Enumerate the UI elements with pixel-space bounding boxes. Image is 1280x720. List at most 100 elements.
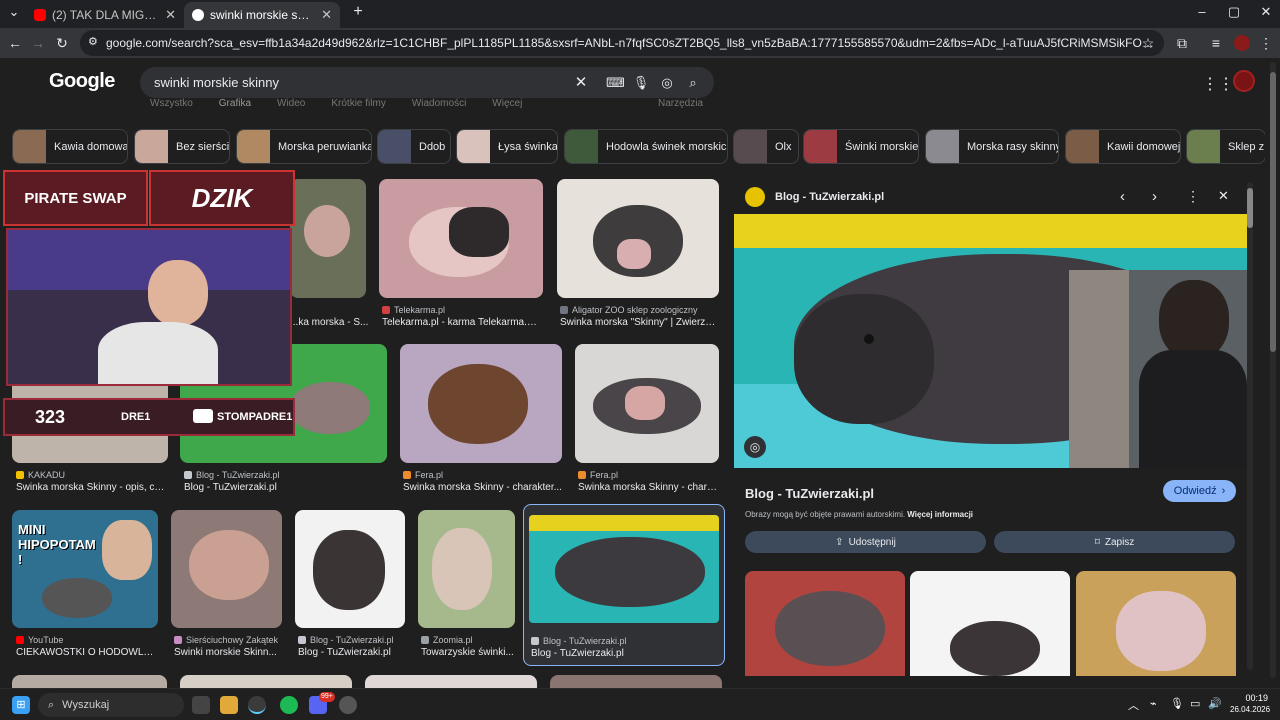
obs-icon[interactable] xyxy=(339,696,357,714)
forward-icon[interactable]: → xyxy=(28,33,48,53)
close-window-icon[interactable]: ✕ xyxy=(1250,4,1280,24)
result-caption[interactable]: Świnka morska "Skinny" | Zwierzęt... xyxy=(560,317,720,328)
related-image[interactable] xyxy=(910,571,1070,676)
chip[interactable]: Olx xyxy=(733,129,799,164)
result-source[interactable]: Fera.pl xyxy=(578,470,718,480)
result-image[interactable] xyxy=(550,675,722,688)
result-image[interactable] xyxy=(529,515,719,623)
browser-menu-icon[interactable]: ⋮ xyxy=(1256,33,1276,53)
tab-news[interactable]: Wiadomości xyxy=(412,98,466,109)
chip[interactable]: Sklep z xyxy=(1186,129,1265,164)
result-source[interactable]: Telekarma.pl xyxy=(382,305,542,315)
address-bar[interactable]: ⚙ google.com/search?sca_esv=ffb1a34a2d49… xyxy=(80,30,1164,56)
back-icon[interactable]: ← xyxy=(5,33,25,53)
result-caption[interactable]: Blog - TuZwierzaki.pl xyxy=(298,647,408,658)
show-hidden-icons-icon[interactable]: ︿ xyxy=(1128,697,1139,713)
search-icon[interactable]: ⌕ xyxy=(684,74,702,92)
taskbar-search[interactable]: ⌕ Wyszukaj xyxy=(38,693,184,717)
tab-search-icon[interactable]: ⌄ xyxy=(4,4,24,24)
result-caption[interactable]: Świnka morska Skinny - opis, ch... xyxy=(16,482,166,493)
tools-button[interactable]: Narzędzia xyxy=(658,98,703,109)
result-caption[interactable]: Blog - TuZwierzaki.pl xyxy=(531,648,721,659)
close-tab-icon[interactable]: ✕ xyxy=(321,7,332,23)
result-caption[interactable]: Blog - TuZwierzaki.pl xyxy=(184,482,384,493)
result-image[interactable] xyxy=(575,344,719,463)
display-icon[interactable]: ▭ xyxy=(1190,697,1200,710)
scrollbar-thumb[interactable] xyxy=(1247,188,1253,228)
site-info-icon[interactable]: ⚙ xyxy=(88,35,98,48)
clock[interactable]: 00:19 26.04.2026 xyxy=(1230,693,1270,715)
selected-result[interactable]: Blog - TuZwierzaki.pl Blog - TuZwierzaki… xyxy=(523,504,725,666)
new-tab-button[interactable]: + xyxy=(342,3,374,23)
result-image[interactable] xyxy=(295,510,405,628)
volume-icon[interactable]: 🔊 xyxy=(1208,697,1222,710)
chip[interactable]: Ddob xyxy=(377,129,451,164)
result-caption[interactable]: Świnka morska Skinny - chara... xyxy=(578,482,718,493)
keyboard-icon[interactable]: ⌨ xyxy=(606,74,625,92)
tab-youtube[interactable]: (2) TAK DLA MIGRACJI, NIE DLA ✕ xyxy=(26,2,184,28)
spotify-icon[interactable] xyxy=(280,696,298,714)
result-image[interactable] xyxy=(418,510,515,628)
maximize-icon[interactable]: ▢ xyxy=(1218,4,1250,24)
result-image[interactable] xyxy=(180,675,352,688)
chip[interactable]: Kawia domowa xyxy=(12,129,128,164)
close-preview-icon[interactable]: ✕ xyxy=(1218,188,1229,204)
tab-videos[interactable]: Wideo xyxy=(277,98,305,109)
result-caption[interactable]: Towarzyskie świnki... xyxy=(421,647,517,658)
file-explorer-icon[interactable] xyxy=(220,696,238,714)
task-view-icon[interactable] xyxy=(192,696,210,714)
result-source[interactable]: Blog - TuZwierzaki.pl xyxy=(184,470,384,480)
bookmark-star-icon[interactable]: ☆ xyxy=(1138,33,1158,53)
next-image-icon[interactable]: › xyxy=(1152,188,1157,205)
chip[interactable]: Hodowla świnek morskich xyxy=(564,129,728,164)
profile-avatar[interactable] xyxy=(1234,35,1250,51)
chip[interactable]: Łysa świnka xyxy=(456,129,558,164)
reading-list-icon[interactable]: ≡ xyxy=(1206,33,1226,53)
result-image[interactable] xyxy=(557,179,719,298)
more-info-link[interactable]: Więcej informacji xyxy=(907,510,973,519)
visit-button[interactable]: Odwiedź › xyxy=(1163,480,1236,502)
lens-search-icon[interactable]: ◎ xyxy=(744,436,766,458)
scrollbar-thumb[interactable] xyxy=(1270,72,1276,352)
chip[interactable]: Kawii domowej xyxy=(1065,129,1181,164)
preview-image[interactable]: ◎ xyxy=(734,214,1247,468)
tab-more[interactable]: Więcej xyxy=(492,98,522,109)
result-source[interactable]: Fera.pl xyxy=(403,470,563,480)
result-source[interactable]: Zoomia.pl xyxy=(421,635,517,645)
microphone-icon[interactable]: 🎙 xyxy=(632,74,650,92)
tab-images[interactable]: Grafika xyxy=(219,98,251,109)
result-source[interactable]: KAKADU xyxy=(16,470,166,480)
clear-search-icon[interactable]: ✕ xyxy=(572,74,590,92)
result-caption[interactable]: Świnki morskie Skinn... xyxy=(174,647,284,658)
google-logo[interactable]: Google xyxy=(49,70,115,93)
page-scrollbar[interactable] xyxy=(1270,62,1276,678)
result-image[interactable] xyxy=(365,675,537,688)
chip[interactable]: Morska rasy skinny xyxy=(925,129,1059,164)
save-button[interactable]: ⌑ Zapisz xyxy=(994,531,1235,553)
related-image[interactable] xyxy=(1076,571,1236,676)
reload-icon[interactable]: ↻ xyxy=(52,33,72,53)
result-caption[interactable]: Świnka morska Skinny - charakter... xyxy=(403,482,563,493)
windows-start-icon[interactable]: ⊞ xyxy=(12,696,30,714)
result-image[interactable] xyxy=(379,179,543,298)
account-avatar[interactable] xyxy=(1233,70,1255,92)
network-icon[interactable]: ⌁ xyxy=(1150,697,1157,710)
result-source[interactable]: YouTube xyxy=(16,635,156,645)
site-name[interactable]: Blog - TuZwierzaki.pl xyxy=(775,191,884,203)
result-source[interactable]: Aligator ZOO sklep zoologiczny xyxy=(560,305,720,315)
tab-all[interactable]: Wszystko xyxy=(150,98,193,109)
panel-scrollbar[interactable] xyxy=(1247,182,1253,670)
previous-image-icon[interactable]: ‹ xyxy=(1120,188,1125,205)
more-options-icon[interactable]: ⋮ xyxy=(1186,188,1200,205)
lens-camera-icon[interactable]: ◎ xyxy=(658,74,676,92)
result-caption[interactable]: ...ka morska - S... xyxy=(290,317,370,328)
result-source[interactable]: Blog - TuZwierzaki.pl xyxy=(298,635,408,645)
result-image[interactable] xyxy=(171,510,282,628)
result-image[interactable] xyxy=(290,179,366,298)
tab-google-search[interactable]: swinki morskie skinny - Szukaj w ✕ xyxy=(184,2,340,28)
microphone-icon[interactable]: 🎙 xyxy=(1170,697,1184,710)
result-source[interactable]: Blog - TuZwierzaki.pl xyxy=(531,636,721,646)
related-image[interactable] xyxy=(745,571,905,676)
result-caption[interactable]: CIEKAWOSTKI O HODOWLI ... xyxy=(16,647,156,658)
chip[interactable]: Świnki morskiej xyxy=(803,129,919,164)
